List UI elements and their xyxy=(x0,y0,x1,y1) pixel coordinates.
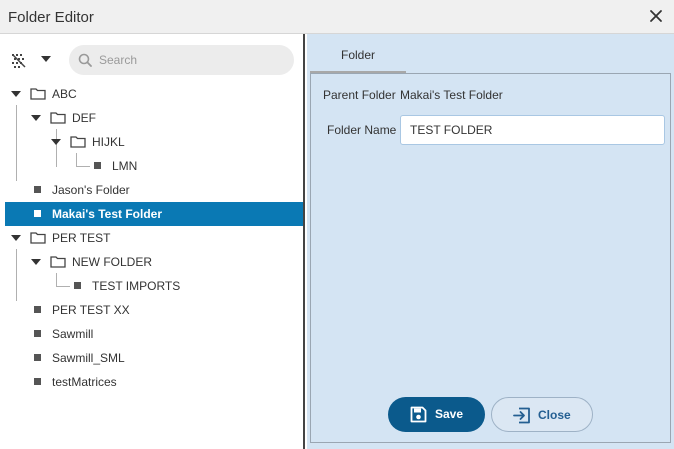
tree-item-abc[interactable]: ABC xyxy=(0,82,303,106)
tree-item-label: NEW FOLDER xyxy=(72,255,153,269)
tree-item-new-folder[interactable]: NEW FOLDER xyxy=(0,250,303,274)
caret-down-icon[interactable] xyxy=(41,56,51,62)
tree-item-label: PER TEST XX xyxy=(52,303,130,317)
tree-item-hijkl[interactable]: HIJKL xyxy=(0,130,303,154)
tree-item-label: Makai's Test Folder xyxy=(52,207,162,221)
close-icon[interactable] xyxy=(648,8,664,24)
tree-item-label: ABC xyxy=(52,87,77,101)
tree-item-label: LMN xyxy=(112,159,138,173)
close-label: Close xyxy=(538,408,571,422)
caret-down-icon[interactable] xyxy=(31,115,41,121)
tree-item-jasons-folder[interactable]: Jason's Folder xyxy=(0,178,303,202)
tree-item-label: Sawmill_SML xyxy=(52,351,125,365)
folder-details-panel: Folder Parent Folder Makai's Test Folder… xyxy=(307,34,674,449)
floppy-disk-icon xyxy=(410,406,427,423)
leaf-icon xyxy=(34,186,41,193)
folder-icon xyxy=(50,112,66,124)
tree-item-label: DEF xyxy=(72,111,96,125)
tab-label: Folder xyxy=(340,48,375,62)
tree-item-per-test-xx[interactable]: PER TEST XX xyxy=(0,298,303,322)
select-pattern-icon[interactable] xyxy=(11,53,27,69)
tree-item-sawmill[interactable]: Sawmill xyxy=(0,322,303,346)
folder-icon xyxy=(70,136,86,148)
folder-name-input[interactable] xyxy=(400,115,665,145)
parent-folder-value: Makai's Test Folder xyxy=(400,88,503,102)
tree-item-per-test[interactable]: PER TEST xyxy=(0,226,303,250)
leaf-icon xyxy=(74,282,81,289)
tree-item-label: PER TEST xyxy=(52,231,111,245)
folder-icon xyxy=(30,88,46,100)
window-title: Folder Editor xyxy=(8,9,94,26)
caret-down-icon[interactable] xyxy=(31,259,41,265)
tab-folder[interactable]: Folder xyxy=(310,34,406,74)
save-button[interactable]: Save xyxy=(388,397,485,432)
caret-down-icon[interactable] xyxy=(11,91,21,97)
tree-item-label: Jason's Folder xyxy=(52,183,130,197)
leaf-icon xyxy=(34,354,41,361)
tree-item-lmn[interactable]: LMN xyxy=(0,154,303,178)
leaf-icon xyxy=(34,210,41,217)
caret-down-icon[interactable] xyxy=(51,139,61,145)
tree-item-label: Sawmill xyxy=(52,327,94,341)
folder-icon xyxy=(50,256,66,268)
search-input[interactable] xyxy=(99,52,284,68)
tree-item-sawmill-sml[interactable]: Sawmill_SML xyxy=(0,346,303,370)
title-bar: Folder Editor xyxy=(0,0,674,34)
tree-item-testmatrices[interactable]: testMatrices xyxy=(0,370,303,394)
leaf-icon xyxy=(34,306,41,313)
exit-icon xyxy=(513,407,530,424)
caret-down-icon[interactable] xyxy=(11,235,21,241)
close-button[interactable]: Close xyxy=(491,397,593,432)
search-icon xyxy=(78,53,92,67)
folder-form: Parent Folder Makai's Test Folder Folder… xyxy=(310,73,671,443)
tree-item-label: HIJKL xyxy=(92,135,125,149)
save-label: Save xyxy=(435,407,464,421)
folder-tree-panel: ABC DEF HIJKL LMN Jason's Folder Makai's… xyxy=(0,34,305,449)
tree-item-label: TEST IMPORTS xyxy=(92,279,181,293)
tree-item-test-imports[interactable]: TEST IMPORTS xyxy=(0,274,303,298)
tree-item-label: testMatrices xyxy=(52,375,117,389)
leaf-icon xyxy=(94,162,101,169)
leaf-icon xyxy=(34,378,41,385)
tree-item-makais-test-folder[interactable]: Makai's Test Folder xyxy=(5,202,303,226)
folder-icon xyxy=(30,232,46,244)
search-box xyxy=(69,45,294,75)
folder-name-label: Folder Name xyxy=(327,123,397,137)
tree-item-def[interactable]: DEF xyxy=(0,106,303,130)
leaf-icon xyxy=(34,330,41,337)
parent-folder-label: Parent Folder xyxy=(323,88,396,102)
